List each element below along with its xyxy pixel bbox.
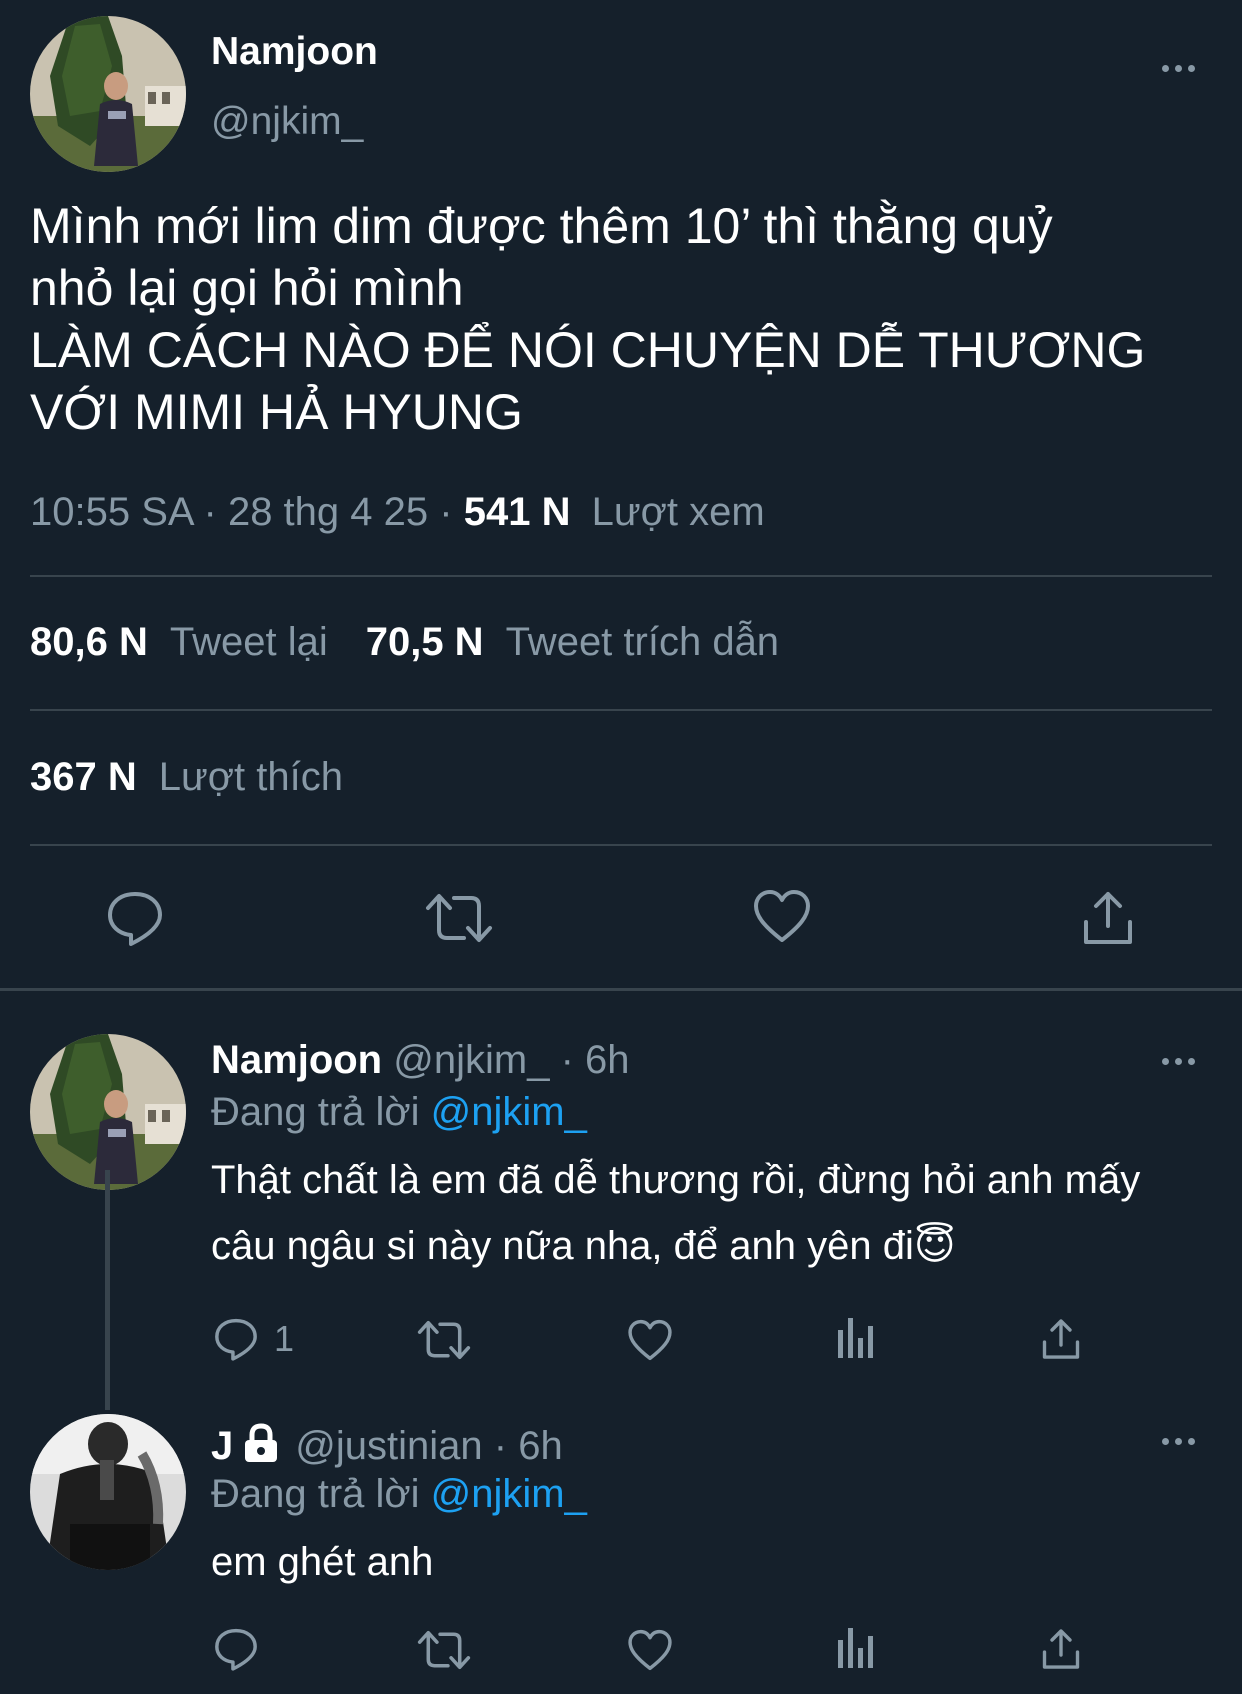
engagement-stats: 80,6 N Tweet lại 70,5 N Tweet trích dẫn: [30, 620, 779, 665]
share-icon[interactable]: [1040, 1626, 1082, 1672]
divider: [30, 709, 1212, 711]
tweet-time[interactable]: 10:55 SA: [30, 490, 192, 534]
thread-line: [105, 1170, 110, 1410]
replying-to: Đang trả lời @njkim_: [211, 1472, 587, 1517]
likes-label: Lượt thích: [158, 755, 343, 799]
likes-stat[interactable]: 367 N Lượt thích: [30, 755, 343, 800]
like-icon[interactable]: [752, 888, 812, 944]
likes-count: 367 N: [30, 755, 137, 799]
reply-icon[interactable]: [213, 1626, 259, 1672]
views-label: Lượt xem: [591, 490, 765, 534]
retweet-icon[interactable]: [416, 1318, 472, 1362]
reply-time[interactable]: 6h: [518, 1424, 563, 1468]
tweet-text: Mình mới lim dim được thêm 10’ thì thằng…: [30, 195, 1230, 443]
display-name[interactable]: J: [211, 1424, 233, 1468]
like-icon[interactable]: [627, 1318, 673, 1362]
replying-label: Đang trả lời: [211, 1472, 420, 1516]
section-divider: [0, 988, 1242, 991]
reply-header: J @justinian · 6h: [211, 1423, 563, 1473]
separator: ·: [203, 490, 217, 534]
divider: [30, 575, 1212, 577]
user-handle[interactable]: @njkim_: [393, 1038, 549, 1082]
separator: ·: [560, 1038, 574, 1082]
avatar[interactable]: [30, 1034, 186, 1190]
display-name[interactable]: Namjoon: [211, 1038, 382, 1082]
reply-text: em ghét anh: [211, 1540, 434, 1584]
retweet-icon[interactable]: [424, 890, 494, 946]
quotes-count: 70,5 N: [365, 620, 484, 664]
divider: [30, 844, 1212, 846]
tweet-detail-page: Namjoon @njkim_ Mình mới lim dim được th…: [0, 0, 1242, 1694]
replying-to: Đang trả lời @njkim_: [211, 1090, 587, 1135]
quotes-stat[interactable]: 70,5 N Tweet trích dẫn: [366, 620, 779, 664]
views-count: 541 N: [463, 490, 571, 534]
analytics-icon[interactable]: [836, 1626, 876, 1670]
reply-time[interactable]: 6h: [585, 1038, 630, 1082]
retweets-count: 80,6 N: [30, 620, 148, 664]
quotes-label: Tweet trích dẫn: [505, 620, 780, 664]
retweet-icon[interactable]: [416, 1628, 472, 1672]
tweet-text-line: Mình mới lim dim được thêm 10’ thì thằng…: [30, 198, 1053, 254]
mention-link[interactable]: @njkim_: [431, 1472, 587, 1516]
reply-count: 1: [274, 1318, 295, 1359]
tweet-meta: 10:55 SA · 28 thg 4 25 · 541 N Lượt xem: [30, 490, 765, 535]
main-tweet: Namjoon @njkim_ Mình mới lim dim được th…: [0, 0, 1242, 990]
tweet-date[interactable]: 28 thg 4 25: [228, 490, 428, 534]
more-icon[interactable]: [1160, 62, 1200, 74]
retweets-stat[interactable]: 80,6 N Tweet lại: [30, 620, 328, 664]
avatar[interactable]: [30, 16, 186, 172]
lock-icon: [241, 1423, 281, 1473]
analytics-icon[interactable]: [836, 1316, 876, 1360]
share-icon[interactable]: [1080, 888, 1136, 948]
tweet-text-line: VỚI MIMI HẢ HYUNG: [30, 384, 523, 440]
user-handle[interactable]: @njkim_: [211, 100, 363, 144]
user-handle[interactable]: @justinian: [295, 1424, 482, 1468]
avatar[interactable]: [30, 1414, 186, 1570]
separator: ·: [439, 490, 453, 534]
share-icon[interactable]: [1040, 1316, 1082, 1362]
separator: ·: [493, 1424, 508, 1468]
replying-label: Đang trả lời: [211, 1090, 420, 1134]
tweet-text-line: nhỏ lại gọi hỏi mình: [30, 260, 464, 316]
retweets-label: Tweet lại: [169, 620, 328, 664]
reply-header: Namjoon @njkim_ · 6h: [211, 1038, 630, 1083]
mention-link[interactable]: @njkim_: [431, 1090, 587, 1134]
tweet-text-line: LÀM CÁCH NÀO ĐỂ NÓI CHUYỆN DỄ THƯƠNG: [30, 322, 1146, 378]
like-icon[interactable]: [627, 1628, 673, 1672]
reply-text: Thật chất là em đã dễ thương rồi, đừng h…: [211, 1158, 1141, 1268]
display-name[interactable]: Namjoon: [211, 30, 378, 74]
more-icon[interactable]: [1160, 1435, 1200, 1447]
reply-icon[interactable]: [213, 1316, 259, 1362]
more-icon[interactable]: [1160, 1055, 1200, 1067]
reply-icon[interactable]: [105, 888, 165, 948]
